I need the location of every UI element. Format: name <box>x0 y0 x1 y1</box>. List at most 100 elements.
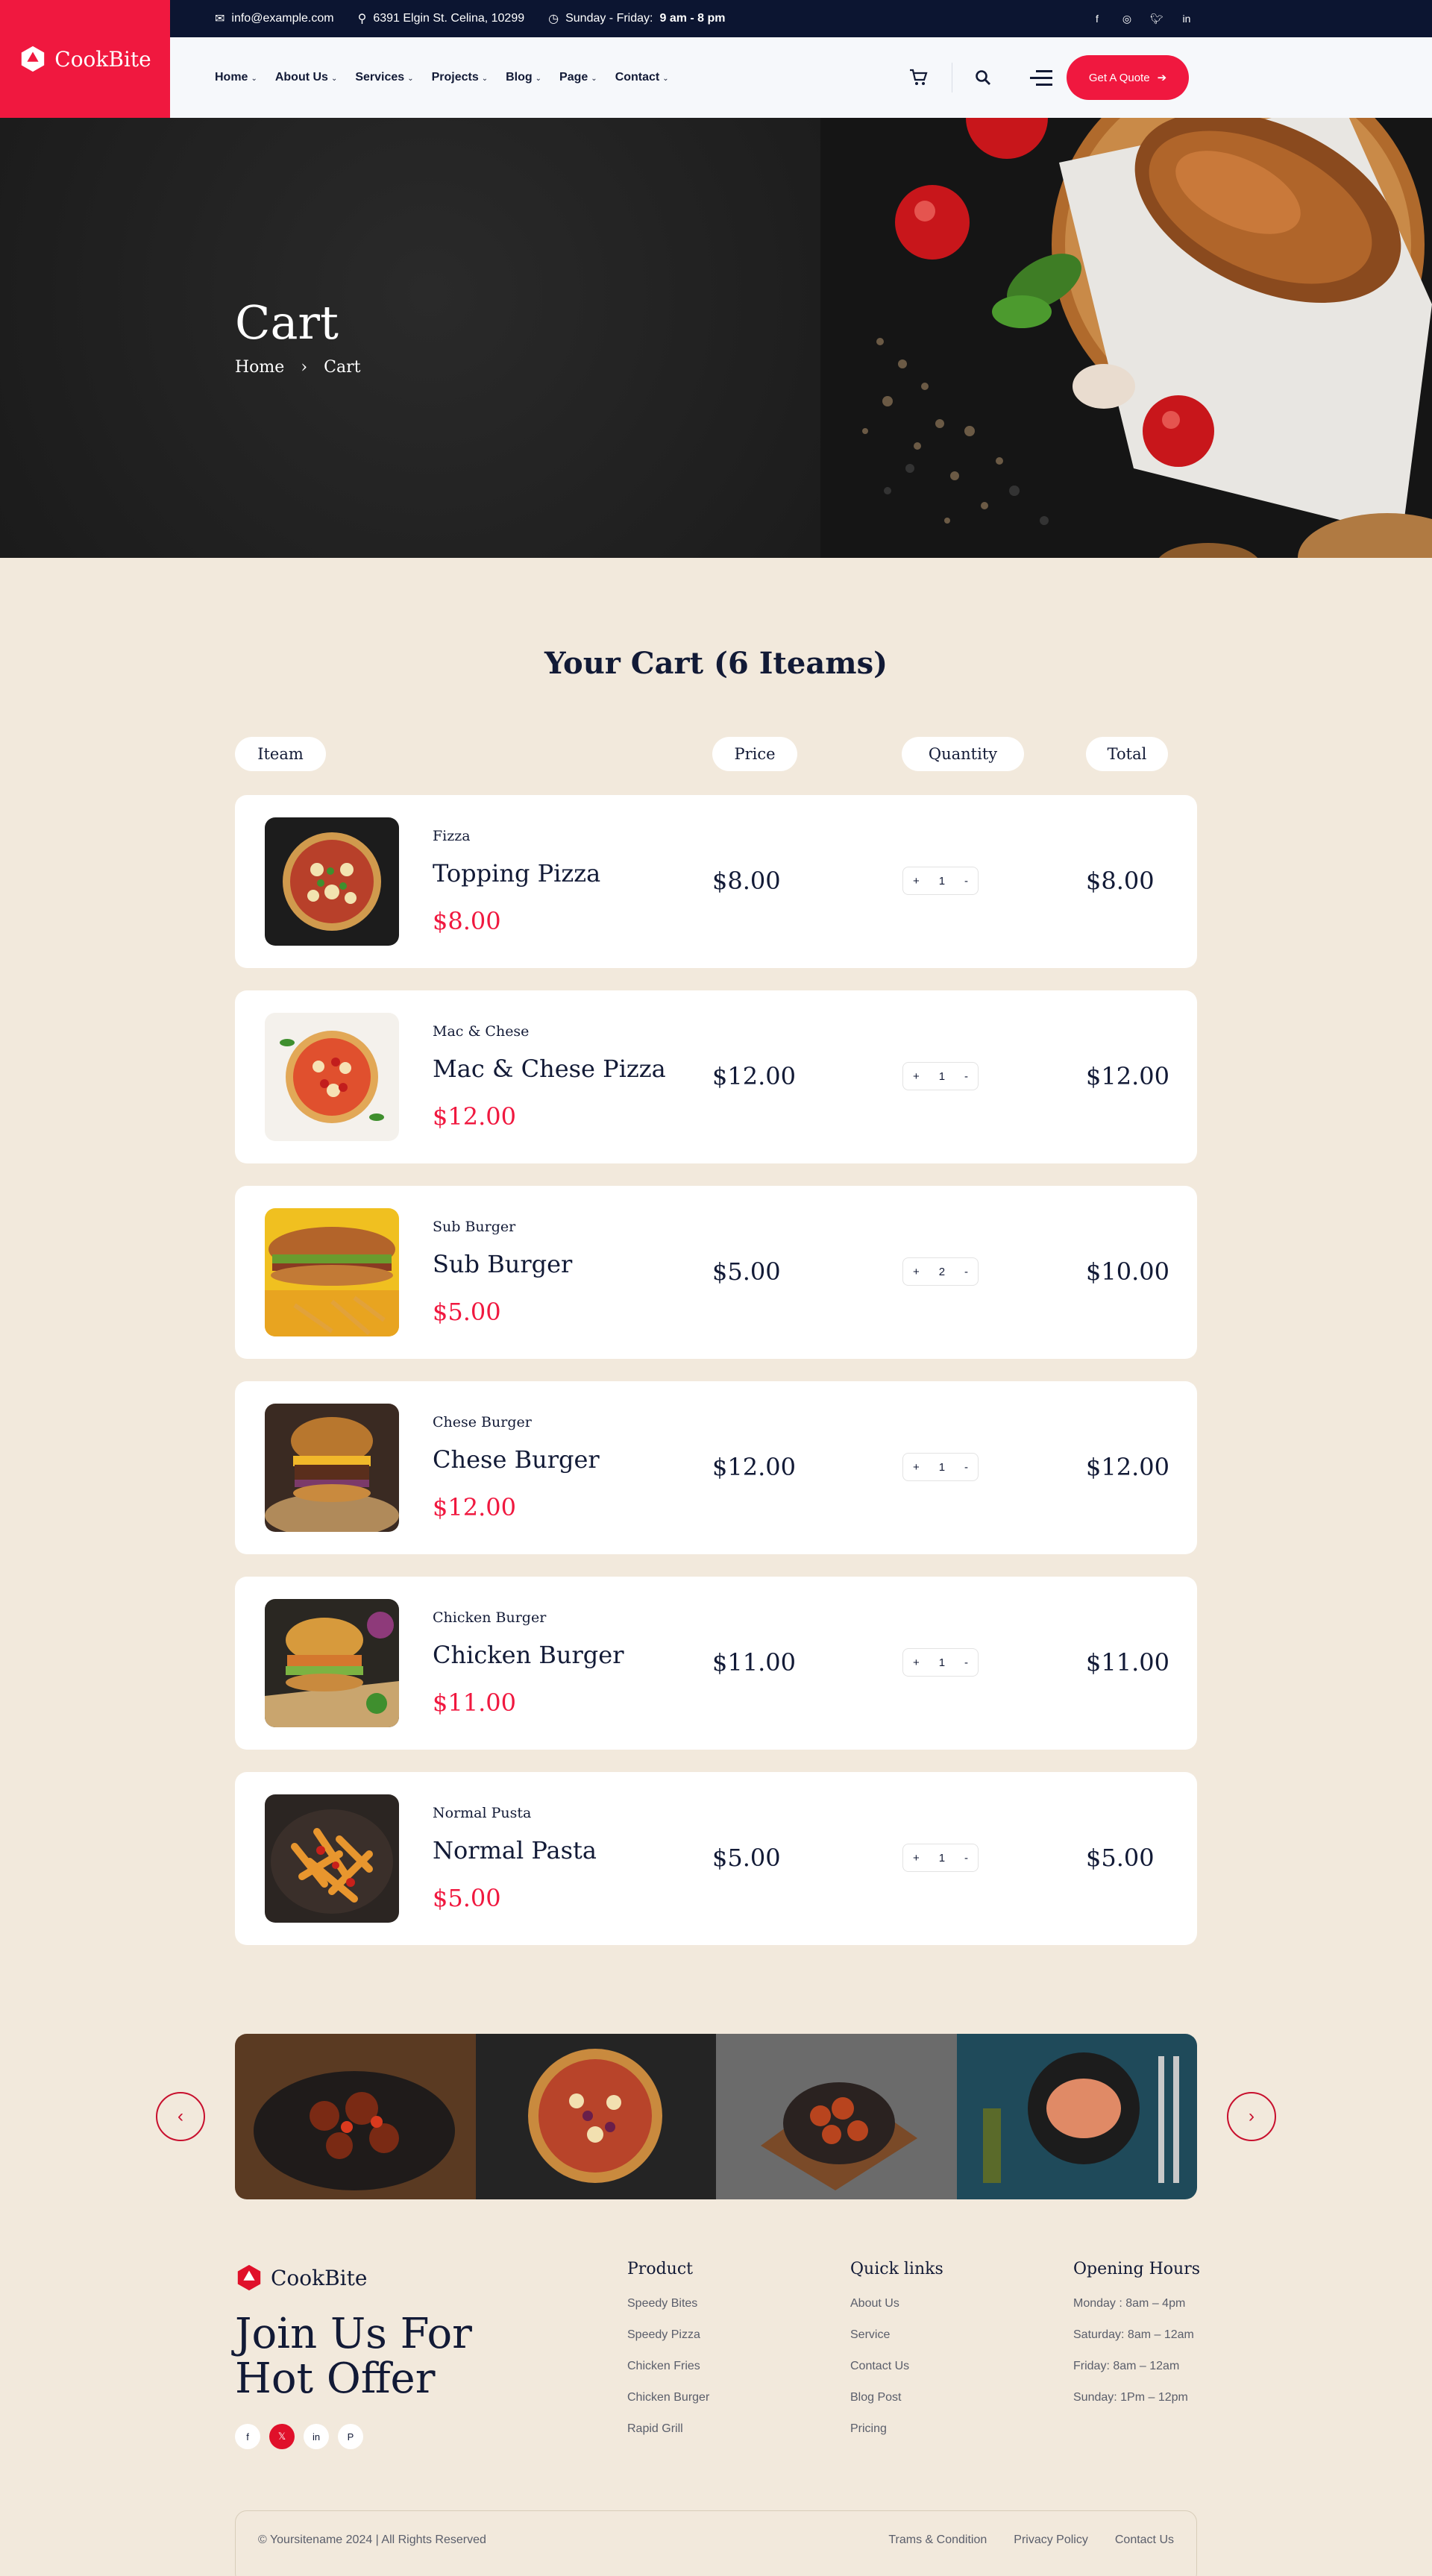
item-price: $5.00 <box>712 1257 781 1286</box>
terms-link[interactable]: Trams & Condition <box>888 2533 987 2547</box>
x-twitter-icon[interactable]: 𝕏 <box>269 2424 295 2449</box>
nav-about[interactable]: About Us ⌄ <box>275 71 338 84</box>
normal-pasta-image[interactable] <box>265 1794 399 1923</box>
qty-plus-button[interactable]: + <box>913 1656 920 1669</box>
nav-contact[interactable]: Contact ⌄ <box>615 71 669 84</box>
footer-link[interactable]: Pricing <box>850 2422 943 2453</box>
qty-minus-button[interactable]: - <box>964 1461 968 1474</box>
footer-link[interactable]: Chicken Fries <box>627 2359 709 2390</box>
footer-link[interactable]: Service <box>850 2328 943 2359</box>
get-quote-button[interactable]: Get A Quote ➔ <box>1067 55 1189 100</box>
email-info[interactable]: ✉ info@example.com <box>215 11 334 26</box>
qty-minus-button[interactable]: - <box>964 1266 968 1278</box>
hours-line: Saturday: 8am – 12am <box>1073 2328 1194 2341</box>
twitter-icon[interactable]: 🐦︎ <box>1150 13 1164 25</box>
contact-link[interactable]: Contact Us <box>1115 2533 1174 2547</box>
chese-burger-image[interactable] <box>265 1404 399 1532</box>
item-name[interactable]: Mac & Chese Pizza <box>433 1055 666 1083</box>
logo-icon <box>237 2264 261 2291</box>
breadcrumb-home[interactable]: Home <box>235 358 284 377</box>
qty-plus-button[interactable]: + <box>913 1266 920 1278</box>
qty-value[interactable]: 1 <box>939 1070 945 1083</box>
nav-blog[interactable]: Blog ⌄ <box>506 71 541 84</box>
nav-projects[interactable]: Projects ⌄ <box>432 71 489 84</box>
footer-link[interactable]: Rapid Grill <box>627 2422 709 2453</box>
top-socials: f ◎ 🐦︎ in <box>1090 0 1193 37</box>
column-total: Total <box>1086 737 1168 771</box>
item-total: $8.00 <box>1086 867 1155 895</box>
privacy-link[interactable]: Privacy Policy <box>1014 2533 1088 2547</box>
footer-link[interactable]: Speedy Pizza <box>627 2328 709 2359</box>
qty-minus-button[interactable]: - <box>964 875 968 888</box>
nav-page[interactable]: Page ⌄ <box>559 71 597 84</box>
chevron-down-icon: ⌄ <box>407 75 414 83</box>
hamburger-menu-icon[interactable] <box>1030 69 1052 86</box>
qty-value[interactable]: 1 <box>939 1656 945 1669</box>
hours-line: Friday: 8am – 12am <box>1073 2360 1180 2372</box>
footer-link[interactable]: Chicken Burger <box>627 2390 709 2422</box>
footer-link[interactable]: About Us <box>850 2296 943 2328</box>
quantity-stepper: + 1 - <box>902 1648 979 1677</box>
qty-plus-button[interactable]: + <box>913 1461 920 1474</box>
footer-link[interactable]: Blog Post <box>850 2390 943 2422</box>
cart-row: Mac & Chese Mac & Chese Pizza $12.00 $12… <box>235 990 1197 1163</box>
footer-logo[interactable]: CookBite <box>235 2264 367 2292</box>
envelope-icon: ✉ <box>215 13 225 25</box>
linkedin-icon[interactable]: in <box>304 2424 329 2449</box>
item-total: $11.00 <box>1086 1648 1169 1677</box>
top-bar: ✉ info@example.com ⚲ 6391 Elgin St. Celi… <box>0 0 1432 37</box>
copyright-bar: © Yoursitename 2024 | All Rights Reserve… <box>235 2510 1197 2576</box>
item-category: Normal Pusta <box>433 1805 532 1821</box>
item-name[interactable]: Topping Pizza <box>433 859 600 888</box>
chicken-burger-image[interactable] <box>265 1599 399 1727</box>
mac-chese-pizza-image[interactable] <box>265 1013 399 1141</box>
item-price: $12.00 <box>712 1453 796 1481</box>
footer-link[interactable]: Speedy Bites <box>627 2296 709 2328</box>
logo[interactable]: CookBite <box>0 0 170 118</box>
footer-link[interactable]: Contact Us <box>850 2359 943 2390</box>
qty-value[interactable]: 1 <box>939 1461 945 1474</box>
qty-minus-button[interactable]: - <box>964 1852 968 1865</box>
chevron-down-icon: ⌄ <box>591 75 597 83</box>
facebook-icon[interactable]: f <box>235 2424 260 2449</box>
qty-minus-button[interactable]: - <box>964 1070 968 1083</box>
brand-name: CookBite <box>54 46 151 72</box>
item-total: $12.00 <box>1086 1453 1169 1481</box>
instagram-icon[interactable]: ◎ <box>1120 13 1134 25</box>
item-name[interactable]: Chicken Burger <box>433 1641 624 1669</box>
gallery-image[interactable] <box>475 2034 717 2199</box>
sub-burger-image[interactable] <box>265 1208 399 1336</box>
item-name[interactable]: Normal Pasta <box>433 1836 597 1865</box>
qty-value[interactable]: 1 <box>939 1852 945 1865</box>
gallery-prev-button[interactable]: ‹ <box>156 2092 205 2141</box>
gallery-next-button[interactable]: › <box>1227 2092 1276 2141</box>
gallery-image[interactable] <box>956 2034 1197 2199</box>
facebook-icon[interactable]: f <box>1090 13 1104 25</box>
nav-services[interactable]: Services ⌄ <box>355 71 413 84</box>
qty-value[interactable]: 2 <box>939 1266 945 1278</box>
search-icon[interactable] <box>975 69 991 86</box>
qty-plus-button[interactable]: + <box>913 1070 920 1083</box>
qty-plus-button[interactable]: + <box>913 1852 920 1865</box>
item-name[interactable]: Sub Burger <box>433 1250 572 1278</box>
cart-icon[interactable] <box>908 68 928 87</box>
item-unit-price: $8.00 <box>433 907 501 935</box>
quantity-stepper: + 2 - <box>902 1257 979 1286</box>
qty-minus-button[interactable]: - <box>964 1656 968 1669</box>
linkedin-icon[interactable]: in <box>1180 13 1193 25</box>
item-category: Chese Burger <box>433 1414 532 1430</box>
qty-plus-button[interactable]: + <box>913 875 920 888</box>
pinterest-icon[interactable]: P <box>338 2424 363 2449</box>
footer-quick-links: Quick links About Us Service Contact Us … <box>850 2260 943 2453</box>
topping-pizza-image[interactable] <box>265 817 399 946</box>
gallery-image[interactable] <box>235 2034 476 2199</box>
qty-value[interactable]: 1 <box>939 875 945 888</box>
chevron-right-icon: › <box>301 358 308 377</box>
item-name[interactable]: Chese Burger <box>433 1445 600 1474</box>
gallery-image[interactable] <box>716 2034 957 2199</box>
top-info: ✉ info@example.com ⚲ 6391 Elgin St. Celi… <box>215 0 726 37</box>
nav-home[interactable]: Home ⌄ <box>215 71 257 84</box>
footer-column-title: Opening Hours <box>1073 2260 1200 2278</box>
item-unit-price: $12.00 <box>433 1102 516 1131</box>
hours-info: ◷ Sunday - Friday: 9 am - 8 pm <box>548 12 726 25</box>
